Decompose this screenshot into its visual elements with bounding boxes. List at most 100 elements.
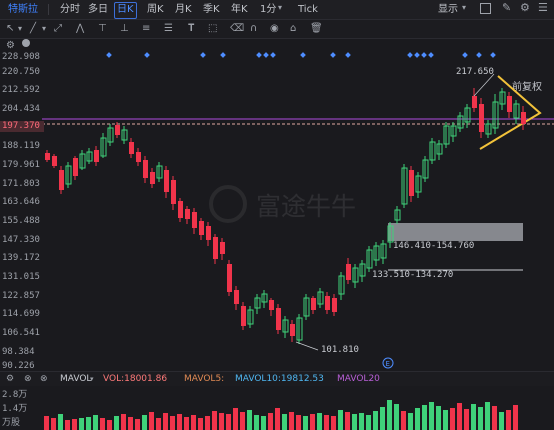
- volume-bar: [506, 410, 511, 430]
- channel-tool-icon[interactable]: ⊥: [120, 22, 129, 36]
- earnings-marker-label: E: [386, 360, 390, 368]
- volume-bar: [345, 412, 350, 430]
- volume-bar: [366, 415, 371, 430]
- line-tool-icon[interactable]: ╱: [30, 22, 36, 36]
- display-menu[interactable]: 显示: [436, 2, 460, 17]
- volume-bar: [219, 413, 224, 430]
- gear-icon[interactable]: ⚙: [520, 1, 530, 14]
- volume-bar: [233, 408, 238, 430]
- volume-bar: [485, 402, 490, 430]
- volume-bar: [156, 418, 161, 430]
- hline-tool-icon[interactable]: ⊤: [98, 22, 107, 36]
- chevron-down-icon[interactable]: ▾: [18, 22, 22, 36]
- pen-icon[interactable]: ✎: [502, 1, 511, 14]
- volume-bar: [121, 414, 126, 430]
- magnet-icon[interactable]: ∩: [250, 22, 257, 36]
- tab-minute[interactable]: 分时: [58, 2, 82, 17]
- volume-bar: [303, 416, 308, 430]
- price-tick: 114.699: [2, 309, 40, 319]
- cursor-icon[interactable]: ↖: [6, 22, 14, 36]
- lock-icon[interactable]: ⌂: [290, 22, 296, 36]
- triangle-drawing[interactable]: [479, 75, 542, 150]
- checkbox[interactable]: [480, 3, 491, 14]
- price-tick: 212.592: [2, 85, 40, 95]
- current-price-label: 197.370: [0, 121, 44, 132]
- volume-bar: [191, 415, 196, 430]
- volume-bar: [268, 413, 273, 430]
- price-tick: 90.226: [2, 361, 35, 371]
- zone-label-upper: 146.410-154.760: [393, 241, 475, 251]
- chart-area[interactable]: ⚙ 前复权 富途牛牛 E 228.908 220.750 212.592 204…: [0, 38, 554, 430]
- settings-icon[interactable]: ⚙: [6, 372, 14, 386]
- volume-bar: [310, 414, 315, 430]
- indicator-name[interactable]: MAVOL: [60, 372, 91, 386]
- volume-bar: [499, 412, 504, 430]
- shape-tool-icon[interactable]: ⬚: [208, 22, 217, 36]
- volume-bar: [142, 415, 147, 430]
- volume-bars: [44, 400, 518, 430]
- chevron-down-icon[interactable]: ▾: [90, 372, 94, 386]
- tab-yearly-k[interactable]: 年K: [229, 2, 250, 17]
- tab-multi-day[interactable]: 多日: [86, 2, 110, 17]
- text-tool-icon[interactable]: 𝐓: [188, 22, 194, 36]
- watermark-text: 富途牛牛: [256, 192, 356, 221]
- tab-tick[interactable]: Tick: [296, 2, 320, 17]
- close-icon[interactable]: ⊗: [40, 372, 48, 386]
- price-tick: 131.015: [2, 272, 40, 282]
- tab-1min[interactable]: 1分: [258, 2, 278, 17]
- volume-bar: [443, 410, 448, 430]
- ray-tool-icon[interactable]: ⤢: [54, 22, 62, 36]
- volume-bar: [177, 414, 182, 430]
- volume-bar: [394, 404, 399, 430]
- chevron-down-icon[interactable]: ▾: [462, 3, 466, 12]
- chevron-down-icon[interactable]: ▾: [42, 22, 46, 36]
- list-icon[interactable]: ☰: [538, 1, 548, 14]
- volume-bar: [72, 419, 77, 430]
- trash-icon[interactable]: 🗑: [310, 22, 323, 36]
- volume-bar: [198, 418, 203, 430]
- volume-bar: [317, 413, 322, 430]
- volume-bar: [436, 406, 441, 430]
- close-icon[interactable]: ⊗: [24, 372, 32, 386]
- volume-bar: [275, 408, 280, 430]
- volume-bar: [100, 418, 105, 430]
- low-annotation: 101.810: [321, 345, 359, 355]
- eraser-icon[interactable]: ⌫: [230, 22, 244, 36]
- price-tick: 171.803: [2, 179, 40, 189]
- mavol20-value: MAVOL20: [337, 374, 380, 384]
- volume-bar: [79, 418, 84, 430]
- fib-tool-icon[interactable]: ☰: [164, 22, 173, 36]
- tab-monthly-k[interactable]: 月K: [173, 2, 194, 17]
- drawing-toolbar: ↖ ▾ ╱ ▾ ⤢ ⋀ ⊤ ⊥ ≡ ☰ 𝐓 ⬚ ⌫ ∩ ◉ ⌂ 🗑: [0, 20, 554, 39]
- event-markers[interactable]: [106, 52, 496, 58]
- volume-bar: [296, 415, 301, 430]
- polyline-tool-icon[interactable]: ⋀: [76, 22, 84, 36]
- volume-bar: [289, 412, 294, 430]
- eye-icon[interactable]: ◉: [270, 22, 279, 36]
- price-tick: 179.961: [2, 160, 40, 170]
- volume-bar: [240, 412, 245, 430]
- volume-bar: [324, 415, 329, 430]
- tab-daily-k[interactable]: 日K: [114, 2, 137, 19]
- volume-bar: [338, 410, 343, 430]
- volume-bar: [114, 416, 119, 430]
- volume-bar: [128, 417, 133, 430]
- volume-bar: [247, 410, 252, 430]
- tab-weekly-k[interactable]: 周K: [145, 2, 166, 17]
- volume-bar: [471, 404, 476, 430]
- chevron-down-icon[interactable]: ▾: [278, 3, 282, 12]
- watermark-logo: [209, 185, 247, 223]
- volume-bar: [226, 414, 231, 430]
- volume-bar: [149, 412, 154, 430]
- price-zone-upper[interactable]: [388, 223, 523, 241]
- volume-bar: [359, 413, 364, 430]
- parallel-tool-icon[interactable]: ≡: [142, 22, 150, 36]
- volume-header: ⚙ ⊗ ⊗ MAVOL ▾ VOL:18001.86 MAVOL5: MAVOL…: [0, 371, 554, 386]
- tab-quarterly-k[interactable]: 季K: [201, 2, 222, 17]
- high-pointer: [473, 73, 495, 97]
- symbol-tab[interactable]: 特斯拉: [6, 2, 40, 17]
- volume-bar: [51, 418, 56, 430]
- price-tick: 163.646: [2, 197, 40, 207]
- price-tick: 204.434: [2, 104, 40, 114]
- volume-bar: [205, 416, 210, 430]
